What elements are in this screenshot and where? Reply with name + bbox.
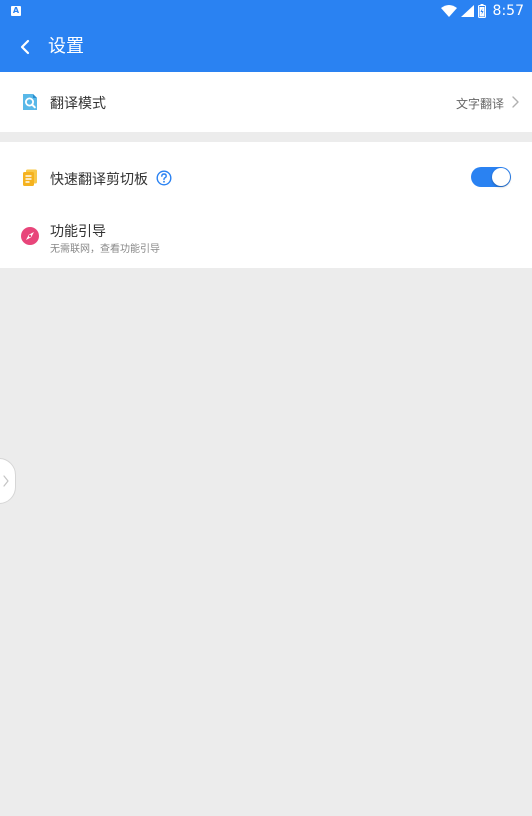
toggle-knob (492, 168, 510, 186)
app-notification-icon: A (11, 6, 21, 16)
page-title: 设置 (48, 36, 84, 57)
signal-icon (460, 5, 474, 17)
quick-clipboard-label: 快速翻译剪切板 (50, 172, 148, 188)
status-bar: A 8:57 (0, 0, 532, 22)
chevron-right-icon (512, 96, 519, 108)
status-time: 8:57 (492, 3, 524, 19)
quick-clipboard-row: 快速翻译剪切板 (0, 142, 532, 212)
translate-search-icon (23, 94, 37, 110)
side-drawer-handle[interactable] (0, 458, 16, 504)
settings-card-features: 快速翻译剪切板 功能引导 无需联网，查看功能引导 (0, 142, 532, 268)
help-icon[interactable] (156, 170, 172, 186)
translation-mode-value: 文字翻译 (455, 97, 504, 111)
feature-guide-sublabel: 无需联网，查看功能引导 (50, 244, 160, 255)
translation-mode-row[interactable]: 翻译模式 文字翻译 (0, 72, 532, 132)
feature-guide-row[interactable]: 功能引导 无需联网，查看功能引导 (0, 212, 532, 268)
feature-guide-label: 功能引导 (50, 224, 106, 240)
status-right-group: 8:57 (440, 0, 524, 22)
app-bar: 设置 (0, 22, 532, 72)
back-button[interactable] (10, 32, 40, 62)
clipboard-icon (23, 169, 37, 186)
settings-card-mode: 翻译模式 文字翻译 (0, 72, 532, 132)
quick-clipboard-toggle[interactable] (471, 167, 511, 187)
compass-icon (21, 227, 39, 245)
chevron-right-icon (3, 475, 9, 487)
wifi-icon (440, 5, 457, 17)
translation-mode-label: 翻译模式 (50, 96, 106, 112)
battery-icon (477, 4, 486, 18)
app-notification-letter: A (12, 6, 20, 15)
chevron-left-icon (20, 39, 30, 55)
